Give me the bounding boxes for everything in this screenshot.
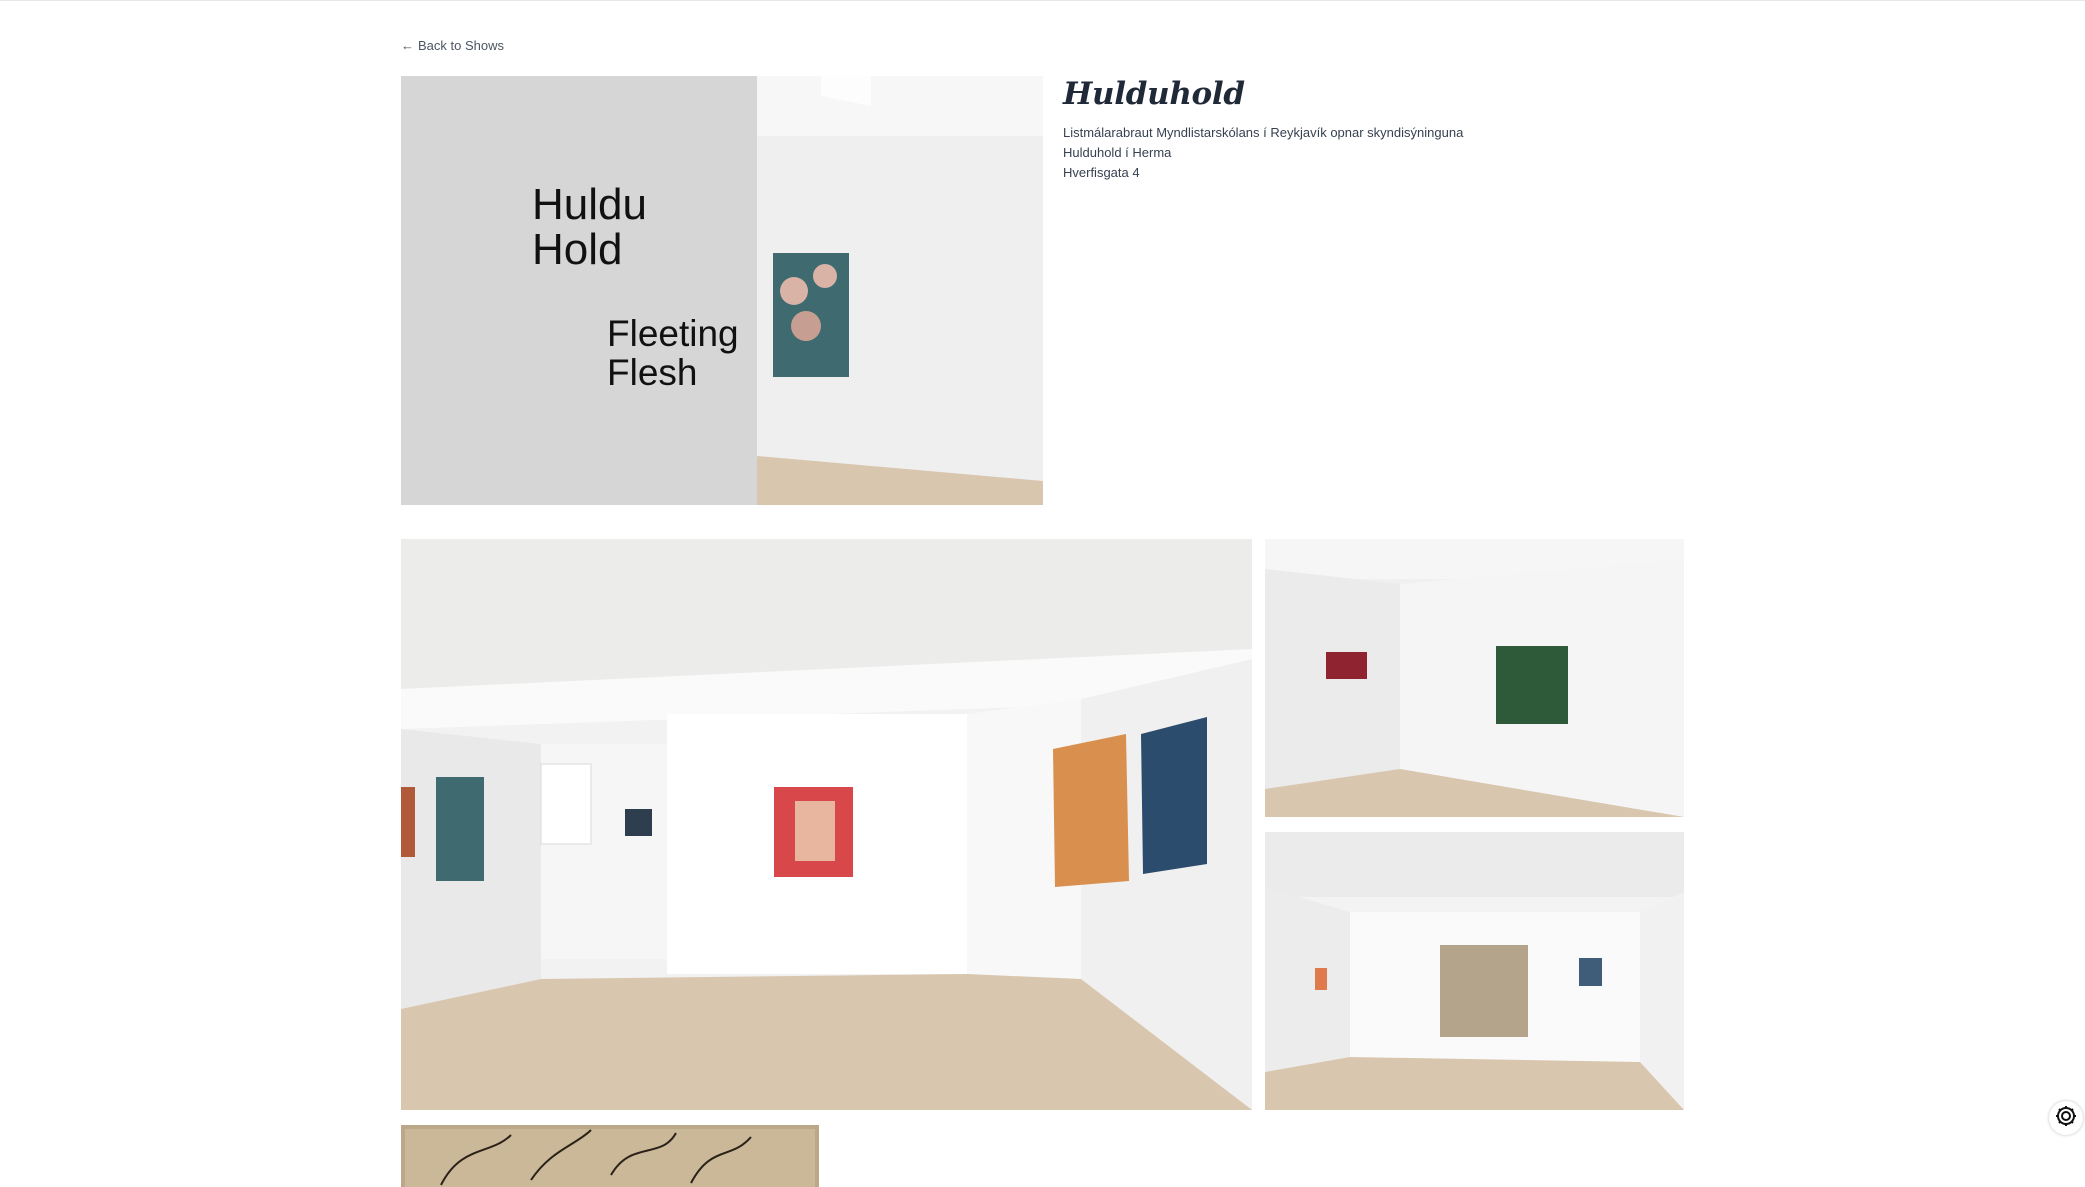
show-subtitle: Hulduhold í Herma	[1063, 145, 1172, 160]
wall-text-flesh: Flesh	[607, 352, 697, 393]
gallery-photo-wide[interactable]	[401, 539, 1252, 1110]
arrow-left-icon: ←	[401, 38, 414, 53]
gear-icon	[2054, 1104, 2078, 1133]
gallery-photo-corner[interactable]	[1265, 539, 1684, 817]
top-border	[0, 0, 2085, 1]
back-to-shows-link[interactable]: ← Back to Shows	[401, 38, 504, 53]
show-description: Listmálarabraut Myndlistarskólans í Reyk…	[1063, 125, 1464, 140]
wall-text-huldu: Huldu	[532, 180, 647, 229]
settings-widget-button[interactable]	[2049, 1101, 2083, 1135]
show-address: Hverfisgata 4	[1063, 165, 1140, 180]
show-title: Hulduhold	[1063, 76, 1245, 112]
gallery-photo-drawing[interactable]	[401, 1125, 819, 1187]
gallery-photo-room[interactable]	[1265, 832, 1684, 1110]
hero-photo[interactable]: Huldu Hold Fleeting Flesh	[401, 76, 1043, 505]
back-to-shows-label: Back to Shows	[418, 38, 504, 53]
wall-text-fleeting: Fleeting	[607, 313, 739, 354]
wall-text-hold: Hold	[532, 225, 623, 274]
show-info: Hulduhold Listmálarabraut Myndlistarskól…	[1063, 74, 1683, 183]
